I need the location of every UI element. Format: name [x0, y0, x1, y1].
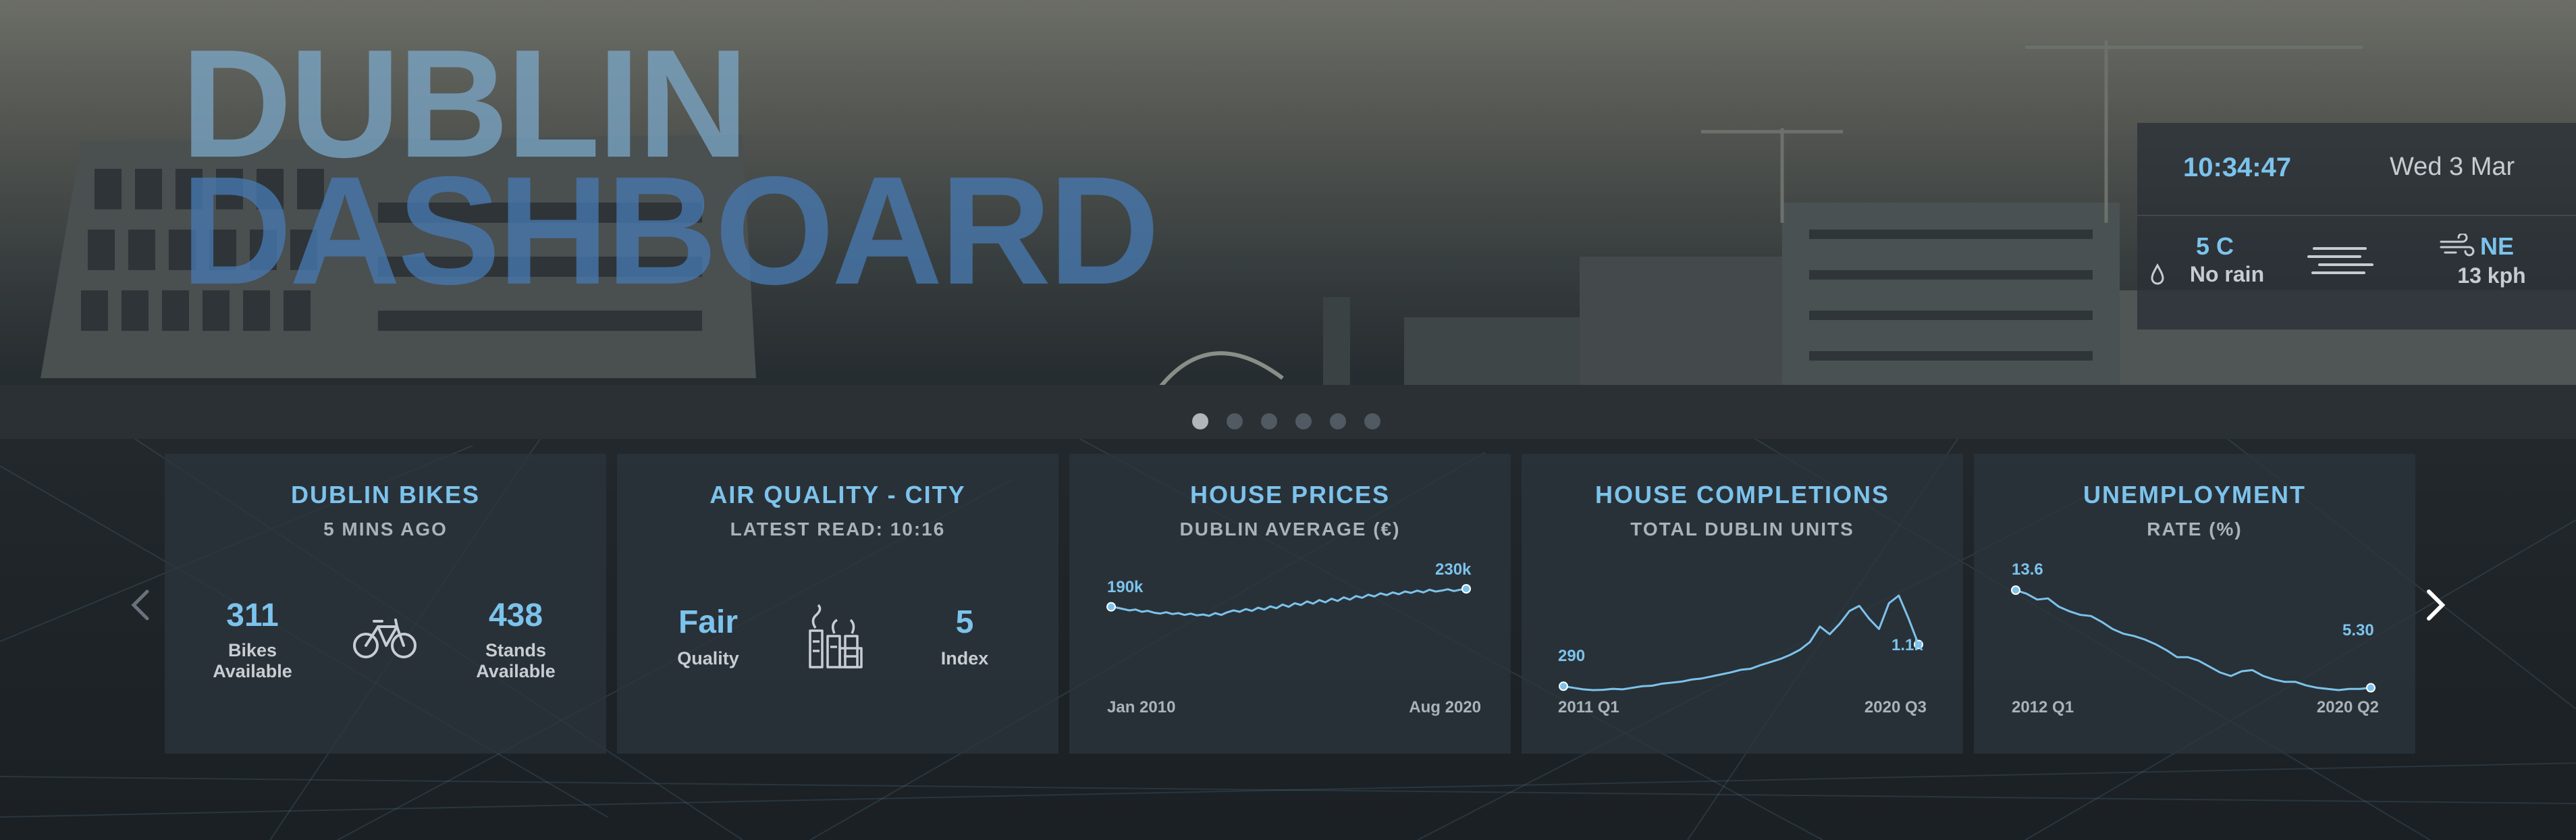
- clock-row: 10:34:47 Wed 3 Mar: [2137, 123, 2576, 216]
- fog-icon: [2307, 247, 2373, 274]
- time-weather-widget: 10:34:47 Wed 3 Mar 5 C No rain NE 13 kph: [2137, 123, 2576, 330]
- carousel-dot-4[interactable]: [1295, 413, 1312, 429]
- x-axis-start-label: Jan 2010: [1107, 698, 1176, 716]
- card-subtitle: DUBLIN AVERAGE (€): [1179, 519, 1401, 540]
- carousel-dot-3[interactable]: [1261, 413, 1277, 429]
- chart-start-value: 290: [1558, 647, 1586, 665]
- series-start-point: [1559, 681, 1568, 691]
- dashboard-title-line2: DASHBOARD: [181, 145, 1160, 317]
- air-quality-value: Fair: [678, 604, 739, 640]
- x-axis-end-label: 2020 Q3: [1864, 698, 1927, 716]
- carousel-dot-1[interactable]: [1192, 413, 1208, 429]
- air-quality-index-label: Index: [940, 648, 989, 668]
- factory-icon: [809, 604, 863, 668]
- x-axis-end-label: Aug 2020: [1409, 698, 1481, 716]
- card-subtitle: LATEST READ: 10:16: [730, 519, 946, 540]
- wind-icon: [2440, 234, 2475, 257]
- series-end-point: [2366, 683, 2376, 693]
- x-axis-start-label: 2012 Q1: [2012, 698, 2074, 716]
- chart-start-value: 13.6: [2012, 560, 2043, 579]
- wind-direction: NE: [2480, 232, 2515, 260]
- chart-end-value: 1.1k: [1891, 636, 1923, 654]
- series-line: [1110, 587, 1467, 617]
- current-date: Wed 3 Mar: [2390, 153, 2515, 181]
- series-end-point: [1461, 584, 1471, 594]
- next-arrow-icon[interactable]: [2421, 586, 2450, 624]
- card-title: DUBLIN BIKES: [290, 481, 480, 508]
- card-subtitle: 5 MINS AGO: [323, 519, 448, 540]
- house-prices-card[interactable]: HOUSE PRICES DUBLIN AVERAGE (€) 190k 230…: [1069, 454, 1511, 754]
- chart-start-value: 190k: [1107, 578, 1144, 596]
- carousel-dots: [1192, 413, 1380, 429]
- air-quality-card[interactable]: AIR QUALITY - CITY LATEST READ: 10:16 Fa…: [617, 454, 1058, 754]
- temperature-value: 5 C: [2195, 232, 2234, 260]
- wind-speed: 13 kph: [2457, 263, 2526, 288]
- stands-available-label: Stands Available: [476, 640, 556, 682]
- house-completions-sparkline: [1559, 594, 1923, 691]
- unemployment-sparkline: [2011, 585, 2376, 693]
- chart-end-value: 230k: [1435, 560, 1472, 579]
- card-title: HOUSE COMPLETIONS: [1594, 481, 1890, 508]
- x-axis-start-label: 2011 Q1: [1558, 698, 1619, 716]
- air-quality-label: Quality: [677, 648, 739, 668]
- card-title: UNEMPLOYMENT: [2083, 481, 2306, 508]
- carousel-dot-2[interactable]: [1227, 413, 1243, 429]
- card-subtitle: RATE (%): [2147, 519, 2243, 540]
- dublin-bikes-card[interactable]: DUBLIN BIKES 5 MINS AGO 311 Bikes Availab…: [165, 454, 606, 754]
- unemployment-card[interactable]: UNEMPLOYMENT RATE (%) 13.6 5.30 2012 Q1 …: [1974, 454, 2415, 754]
- air-quality-index-value: 5: [955, 604, 974, 640]
- series-start-point: [2011, 585, 2020, 595]
- x-axis-end-label: 2020 Q2: [2316, 698, 2379, 716]
- card-title: AIR QUALITY - CITY: [709, 481, 966, 508]
- previous-arrow-icon[interactable]: [126, 586, 155, 624]
- stands-available-value: 438: [488, 598, 543, 633]
- bikes-available-value: 311: [226, 598, 279, 633]
- series-line: [1563, 594, 1920, 691]
- rain-status: No rain: [2189, 262, 2265, 286]
- chart-end-value: 5.30: [2342, 621, 2374, 639]
- carousel-dot-5[interactable]: [1330, 413, 1346, 429]
- bicycle-icon: [353, 619, 417, 658]
- series-line: [2015, 589, 2371, 691]
- card-title: HOUSE PRICES: [1189, 481, 1391, 508]
- carousel-dot-6[interactable]: [1364, 413, 1380, 429]
- clock-time: 10:34:47: [2183, 153, 2292, 182]
- house-prices-sparkline: [1106, 584, 1471, 617]
- bikes-available-label: Bikes Available: [213, 640, 292, 682]
- house-completions-card[interactable]: HOUSE COMPLETIONS TOTAL DUBLIN UNITS 290…: [1522, 454, 1963, 754]
- card-subtitle: TOTAL DUBLIN UNITS: [1630, 519, 1854, 540]
- series-start-point: [1106, 602, 1116, 612]
